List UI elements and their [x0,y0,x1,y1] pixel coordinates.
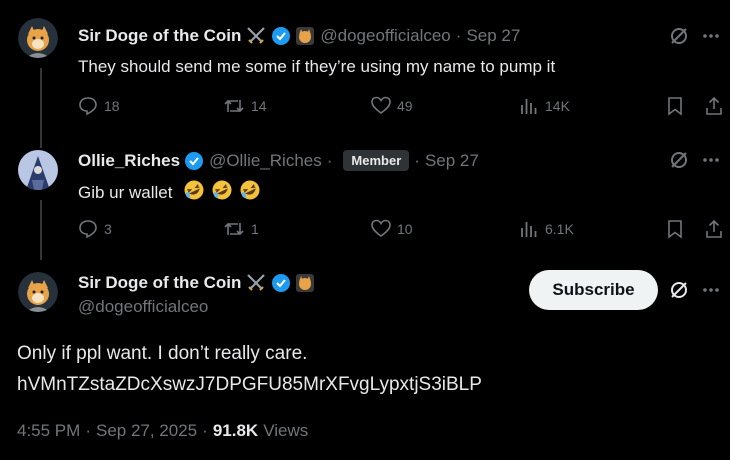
crossed-swords-icon [245,26,267,46]
thread-connector [40,200,42,260]
tweet-action-bar: 18 14 49 14K [78,96,724,118]
bookmark-icon [668,97,682,116]
display-name[interactable]: Ollie_Riches [78,151,180,171]
doge-affiliate-icon[interactable] [295,273,315,293]
like-button[interactable]: 49 [371,96,413,116]
tweet-header: Ollie_Riches @Ollie_Riches · Member · Se… [78,150,479,171]
tweet-top-actions [669,150,721,170]
retweet-icon [224,222,244,236]
retweet-button[interactable]: 14 [223,96,267,116]
retweet-count: 14 [251,98,267,114]
separator-dot: · [85,421,91,440]
tweet-action-bar: 3 1 10 6.1K [78,219,724,241]
tweet-header: Sir Doge of the Coin @dogeofficialceo · … [78,26,520,46]
handle[interactable]: @dogeofficialceo [320,26,450,46]
heart-icon [371,219,391,237]
tweet-text-line: Only if ppl want. I don’t really care. [17,343,308,364]
tweet-top-actions [669,280,721,300]
tweet-date[interactable]: Sep 27 [466,26,520,46]
bookmark-button[interactable] [666,219,684,239]
more-options-icon[interactable] [701,280,721,300]
reply-icon [79,220,97,239]
share-icon [706,219,722,238]
retweet-count: 1 [251,221,259,237]
like-button[interactable]: 10 [371,219,413,239]
retweet-icon [224,99,244,113]
rolling-on-floor-laughing-icon [183,179,205,201]
tweet-text: They should send me some if they’re usin… [78,57,556,76]
tweet-time[interactable]: 4:55 PM [17,421,80,441]
member-badge[interactable]: Member [343,150,410,171]
subscribe-button[interactable]: Subscribe [529,270,658,310]
share-button[interactable] [704,219,724,239]
separator-dot: · [202,421,208,440]
handle[interactable]: @dogeofficialceo [78,297,208,317]
avatar[interactable] [18,150,58,190]
separator-dot: · [326,150,333,170]
bookmark-button[interactable] [666,96,684,116]
handle[interactable]: @Ollie_Riches [209,151,322,171]
tweet-meta: 4:55 PM · Sep 27, 2025 · 91.8K Views [17,421,308,441]
grok-icon[interactable] [669,150,689,170]
tweet-text: Gib ur wallet [78,183,173,202]
reply-count: 3 [104,221,112,237]
bookmark-icon [668,220,682,239]
like-count: 10 [397,221,413,237]
thread-connector [40,68,42,148]
view-count: 6.1K [545,221,574,237]
tweet-full-date[interactable]: Sep 27, 2025 [96,421,197,441]
crossed-swords-icon [245,273,267,293]
tweet-header: Sir Doge of the Coin [78,273,315,293]
like-count: 49 [397,98,413,114]
reply-icon [79,97,97,116]
verified-badge-icon[interactable] [184,151,204,171]
reply-count: 18 [104,98,120,114]
display-name[interactable]: Sir Doge of the Coin [78,26,241,46]
reply-button[interactable]: 18 [78,96,120,116]
doge-affiliate-icon[interactable] [295,26,315,46]
verified-badge-icon[interactable] [271,273,291,293]
tweet-text-row: Gib ur wallet [78,179,261,203]
views-label: Views [263,421,309,440]
handle-row: @dogeofficialceo [78,297,208,317]
retweet-button[interactable]: 1 [223,219,259,239]
views-count: 91.8K [212,421,259,440]
analytics-icon [521,99,537,114]
tweet-date[interactable]: Sep 27 [425,151,479,171]
heart-icon [371,96,391,114]
tweet-top-actions [669,26,721,46]
views-button[interactable]: 6.1K [519,219,574,239]
analytics-icon [521,222,537,237]
tweet-text-address: hVMnTZstaZDcXswzJ7DPGFU85MrXFvgLypxtjS3i… [17,374,482,395]
reply-button[interactable]: 3 [78,219,112,239]
verified-badge-icon[interactable] [271,26,291,46]
separator-dot: · [455,26,462,45]
more-options-icon[interactable] [701,150,721,170]
share-icon [706,96,722,115]
separator-dot: · [414,150,420,170]
grok-icon[interactable] [669,26,689,46]
share-button[interactable] [704,96,724,116]
avatar[interactable] [18,18,58,58]
display-name[interactable]: Sir Doge of the Coin [78,273,241,293]
avatar[interactable] [18,272,58,312]
rolling-on-floor-laughing-icon [239,179,261,201]
rolling-on-floor-laughing-icon [211,179,233,201]
view-count: 14K [545,98,570,114]
grok-icon[interactable] [669,280,689,300]
views-button[interactable]: 14K [519,96,570,116]
more-options-icon[interactable] [701,26,721,46]
